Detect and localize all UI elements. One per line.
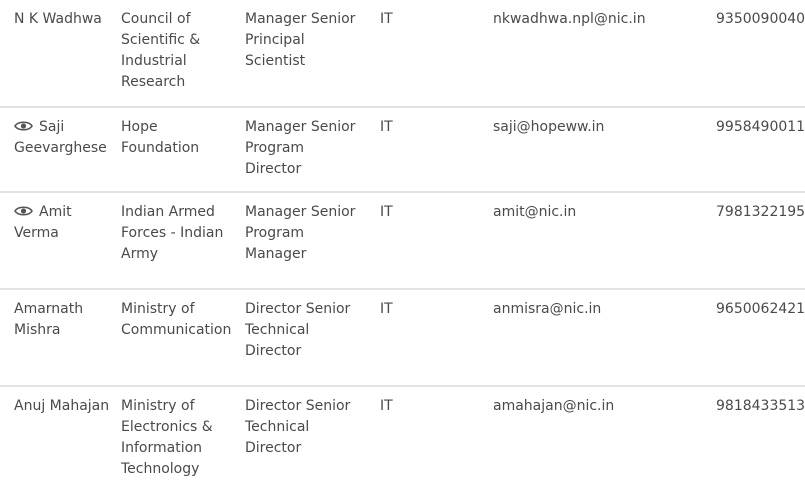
designation-cell: Manager Senior Program Manager — [245, 204, 356, 262]
contact-name: Amarnath Mishra — [14, 301, 84, 338]
contacts-table: N K Wadhwa Council of Scientific & Indus… — [0, 0, 805, 494]
email-cell: saji@hopeww.in — [493, 119, 605, 135]
name-cell: Saji Geevarghese — [14, 117, 112, 159]
table-row: Anuj Mahajan Ministry of Electronics & I… — [0, 387, 805, 494]
department-cell: IT — [380, 11, 393, 27]
department-cell: IT — [380, 398, 393, 414]
email-cell: amahajan@nic.in — [493, 398, 615, 414]
department-cell: IT — [380, 119, 393, 135]
designation-cell: Manager Senior Program Director — [245, 119, 356, 177]
phone-cell: 9958490011 — [716, 119, 805, 135]
eye-icon[interactable] — [14, 205, 33, 217]
table-row: Amarnath Mishra Ministry of Communicatio… — [0, 290, 805, 387]
organization-cell: Ministry of Electronics & Information Te… — [121, 398, 213, 477]
contact-name: Anuj Mahajan — [14, 398, 110, 414]
phone-cell: 9818433513 — [716, 398, 805, 414]
organization-cell: Hope Foundation — [121, 119, 200, 156]
designation-cell: Director Senior Technical Director — [245, 398, 351, 456]
phone-cell: 9650062421 — [716, 301, 805, 317]
table-row: N K Wadhwa Council of Scientific & Indus… — [0, 0, 805, 108]
phone-cell: 9350090040 — [716, 11, 805, 27]
name-cell: Amit Verma — [14, 202, 112, 244]
email-cell: amit@nic.in — [493, 204, 577, 220]
email-cell: anmisra@nic.in — [493, 301, 602, 317]
phone-cell: 7981322195 — [716, 204, 805, 220]
designation-cell: Director Senior Technical Director — [245, 301, 351, 359]
table-row: Saji Geevarghese Hope Foundation Manager… — [0, 108, 805, 193]
name-cell: Amarnath Mishra — [14, 299, 112, 341]
name-cell: Anuj Mahajan — [14, 396, 112, 417]
department-cell: IT — [380, 301, 393, 317]
organization-cell: Indian Armed Forces - Indian Army — [121, 204, 224, 262]
email-cell: nkwadhwa.npl@nic.in — [493, 11, 646, 27]
organization-cell: Ministry of Communication — [121, 301, 232, 338]
organization-cell: Council of Scientific & Industrial Resea… — [121, 11, 201, 90]
name-cell: N K Wadhwa — [14, 9, 112, 30]
contact-name: N K Wadhwa — [14, 11, 102, 27]
designation-cell: Manager Senior Principal Scientist — [245, 11, 356, 69]
eye-icon[interactable] — [14, 120, 33, 132]
table-row: Amit Verma Indian Armed Forces - Indian … — [0, 193, 805, 290]
department-cell: IT — [380, 204, 393, 220]
